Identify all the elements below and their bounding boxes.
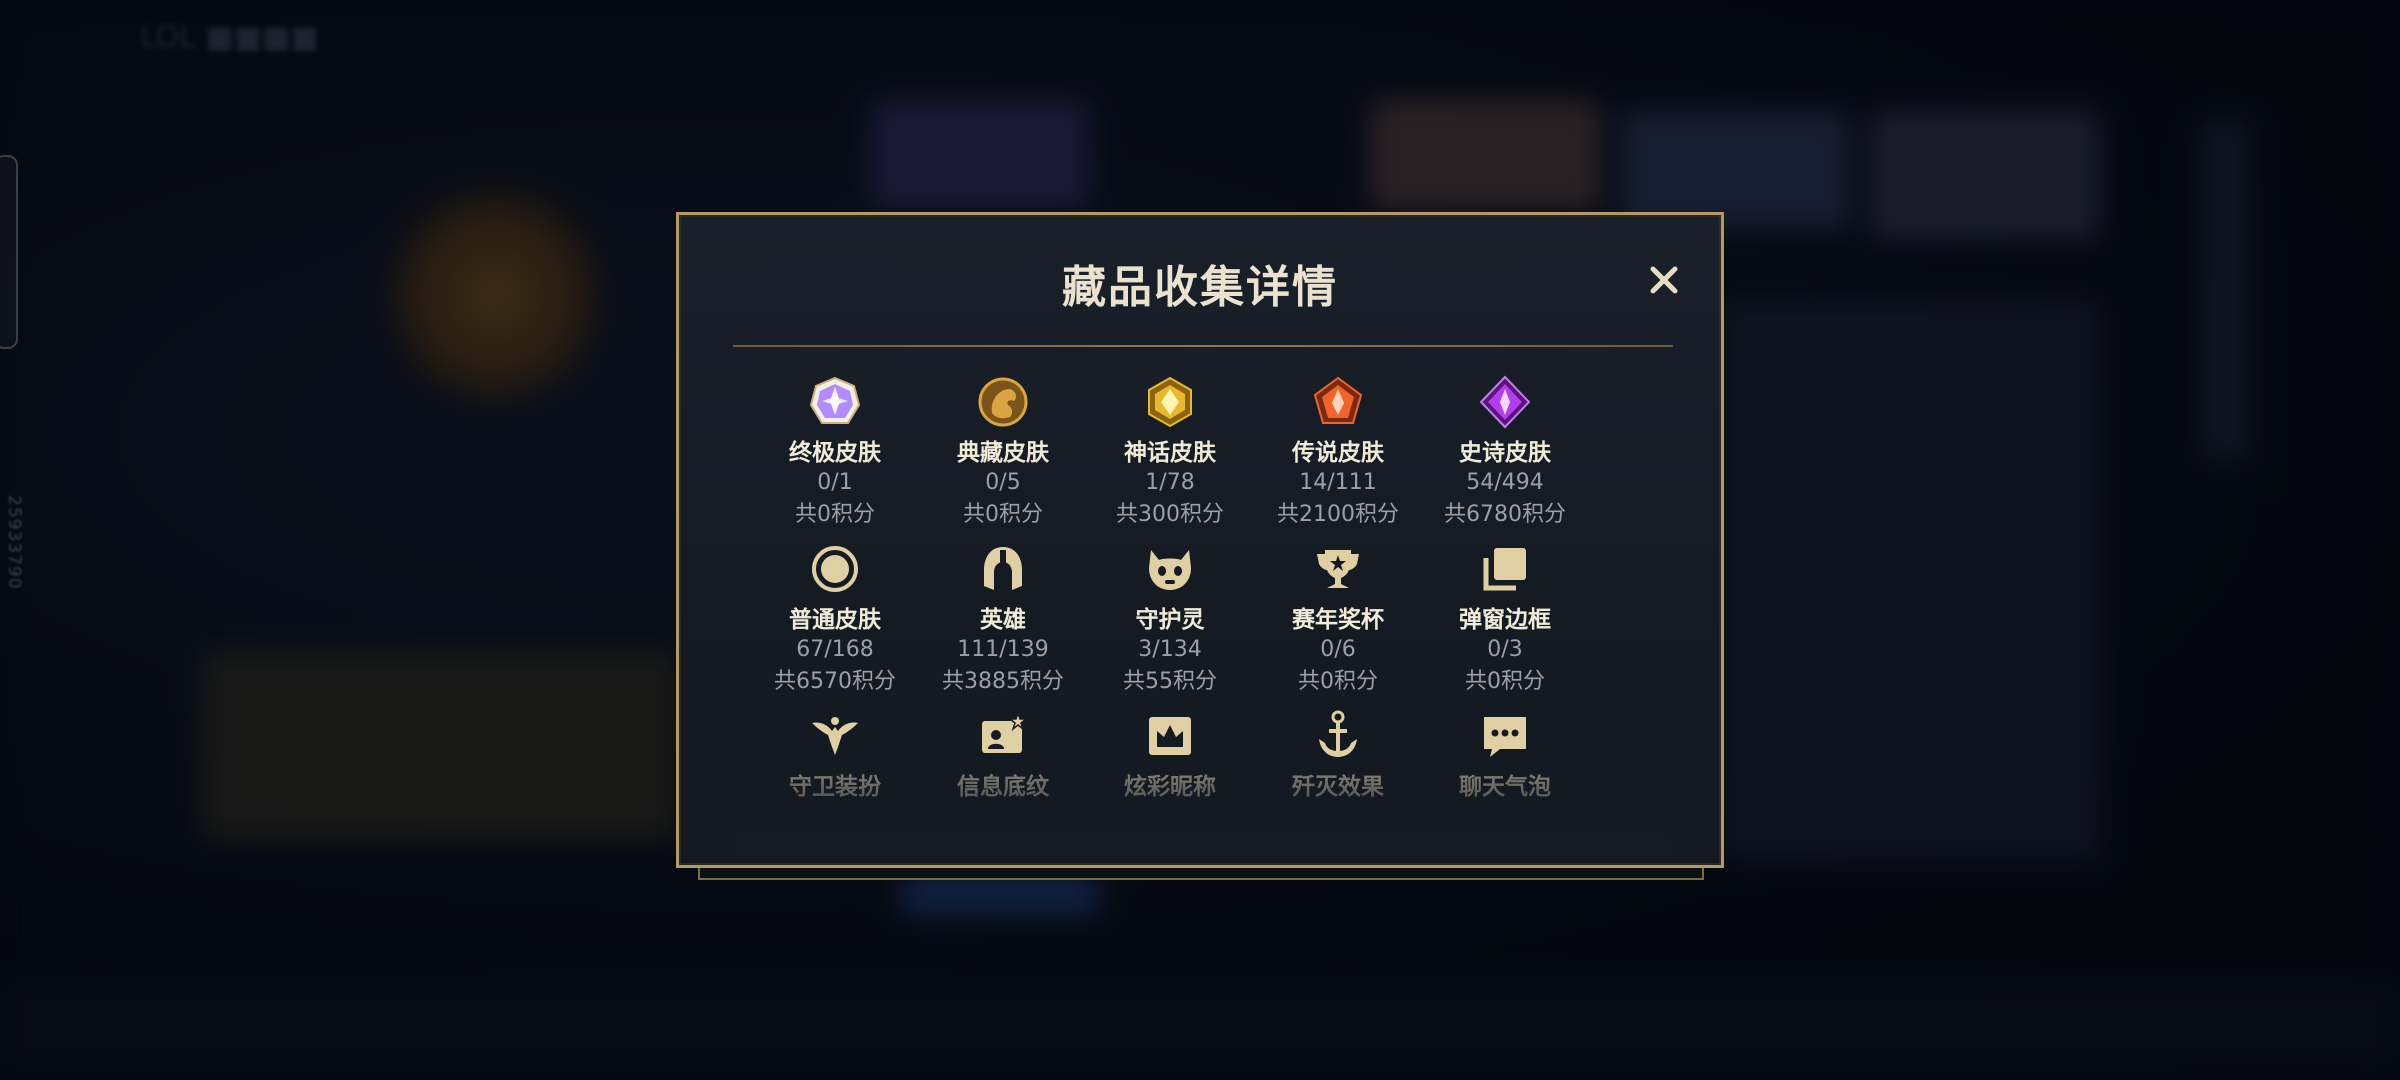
collection-detail-modal: 藏品收集详情 终极皮肤 0/1 共0积分 典藏皮肤 0/5 共0积分 神话皮肤 1/78 共… <box>676 212 1724 868</box>
collection-item-name: 弹窗边框 <box>1459 607 1551 633</box>
mythic-skin-icon <box>1148 376 1192 428</box>
season-trophy-icon <box>1317 550 1359 588</box>
collection-grid: 终极皮肤 0/1 共0积分 典藏皮肤 0/5 共0积分 神话皮肤 1/78 共300积分 传… <box>735 375 1671 845</box>
popup-frame-icon <box>1483 548 1526 591</box>
collection-item-name: 聊天气泡 <box>1459 774 1551 800</box>
ward-skin-icon <box>812 717 858 755</box>
prestige-skin-icon <box>978 377 1028 427</box>
side-drawer-handle[interactable] <box>0 155 18 349</box>
champion-helmet-icon <box>984 547 1022 590</box>
collection-item[interactable]: 弹窗边框 0/3 共0积分 <box>1405 542 1605 698</box>
chroma-name-icon <box>1149 717 1191 755</box>
legendary-skin-icon <box>1313 376 1363 424</box>
side-id-text: 25933790 <box>4 495 24 590</box>
collection-item[interactable]: 聊天气泡 <box>1405 709 1605 801</box>
collection-item-points: 共6780积分 <box>1444 502 1566 527</box>
guardian-spirit-icon <box>1149 550 1191 590</box>
ultimate-skin-icon <box>809 376 861 424</box>
annihilation-effect-icon <box>1319 710 1357 757</box>
collection-item-count: 0/3 <box>1487 637 1523 662</box>
epic-skin-icon <box>1479 375 1531 429</box>
close-button[interactable] <box>1639 255 1689 305</box>
chat-bubble-icon <box>1484 717 1526 757</box>
title-divider <box>733 345 1673 347</box>
collection-item[interactable]: 史诗皮肤 54/494 共6780积分 <box>1405 375 1605 531</box>
collection-item-count: 54/494 <box>1466 470 1544 495</box>
collection-item-name: 史诗皮肤 <box>1459 440 1551 466</box>
info-banner-icon <box>982 710 1029 753</box>
collection-item-points: 共0积分 <box>1465 669 1545 694</box>
modal-title: 藏品收集详情 <box>1062 262 1338 313</box>
close-icon <box>1650 266 1678 294</box>
common-skin-icon <box>812 546 858 592</box>
